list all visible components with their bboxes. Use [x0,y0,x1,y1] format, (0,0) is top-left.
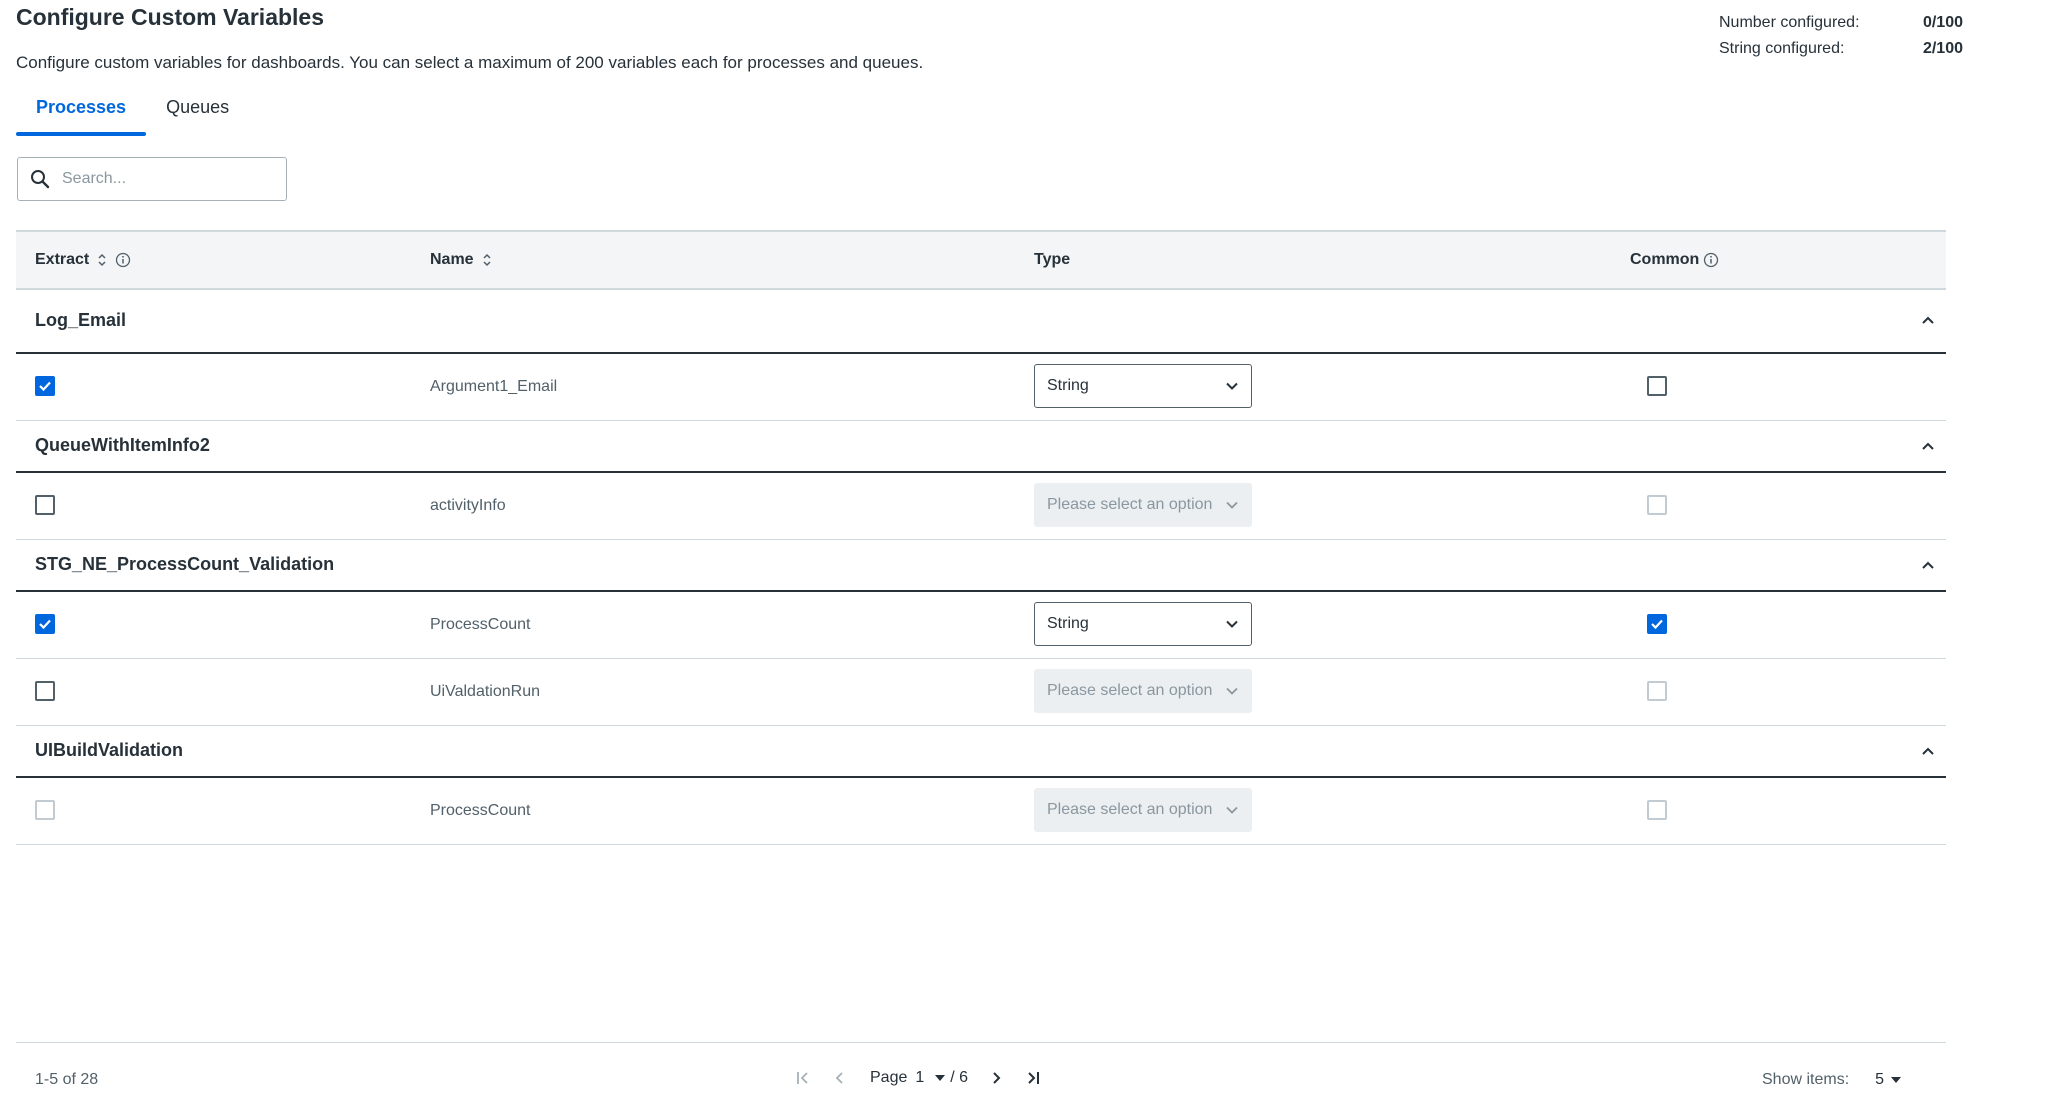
common-checkbox[interactable] [1647,800,1667,820]
table-footer: 1-5 of 28 Page 1 / 6 Show items: 5 [16,1042,1946,1114]
configure-variables-page: Configure Custom Variables Configure cus… [16,0,1963,1114]
common-checkbox[interactable] [1647,681,1667,701]
variables-table: Extract Name Type Common Log_Email Argum… [16,230,1946,845]
chevron-down-icon [1226,501,1238,509]
variable-name: ProcessCount [430,616,531,633]
caret-down-icon [1891,1077,1902,1083]
chevron-down-icon [1226,687,1238,695]
show-items-select[interactable]: 5 [1875,1071,1902,1089]
last-page-button[interactable] [1014,1063,1050,1093]
show-items-value: 5 [1875,1071,1885,1088]
previous-page-button[interactable] [822,1063,858,1093]
extract-checkbox[interactable] [35,800,55,820]
type-select-value: Please select an option [1047,801,1213,818]
column-header-extract[interactable]: Extract [35,232,131,288]
group-name: STG_NE_ProcessCount_Validation [35,554,335,574]
group-row: Log_Email [16,290,1946,354]
type-select-value: String [1047,377,1089,394]
extract-header-label: Extract [35,251,90,268]
first-page-icon [797,1072,808,1084]
sort-icon[interactable] [482,253,492,267]
table-row: activityInfo Please select an option [16,473,1946,540]
info-icon[interactable] [1703,252,1719,268]
group-name: Log_Email [35,310,127,330]
group-row: UIBuildValidation [16,726,1946,778]
chevron-down-icon [1226,382,1238,390]
search-box [17,157,287,201]
common-checkbox[interactable] [1647,614,1667,634]
type-select[interactable]: Please select an option [1034,483,1252,527]
column-header-common: Common [1630,232,1719,288]
name-header-label: Name [430,251,474,268]
configured-counters: Number configured: 0/100 String configur… [1719,10,1963,62]
number-configured-label: Number configured: [1719,14,1860,31]
type-select-value: String [1047,615,1089,632]
extract-checkbox[interactable] [35,614,55,634]
variable-name: Argument1_Email [430,378,558,395]
chevron-left-icon [835,1072,843,1084]
type-select[interactable]: Please select an option [1034,669,1252,713]
chevron-up-icon[interactable] [1920,557,1936,573]
info-icon[interactable] [115,252,131,268]
caret-down-icon [935,1075,946,1081]
group-row: STG_NE_ProcessCount_Validation [16,540,1946,592]
common-header-label: Common [1630,251,1700,268]
table-row: ProcessCount Please select an option [16,778,1946,845]
group-name: UIBuildValidation [35,740,184,760]
group-name: QueueWithItemInfo2 [35,435,210,455]
first-page-button[interactable] [786,1063,822,1093]
table-row: UiValdationRun Please select an option [16,659,1946,726]
variable-name: ProcessCount [430,802,531,819]
extract-checkbox[interactable] [35,681,55,701]
group-row: QueueWithItemInfo2 [16,421,1946,473]
table-row: ProcessCount String [16,592,1946,659]
search-icon [31,170,50,189]
pagination-range: 1-5 of 28 [35,1071,99,1088]
page-description: Configure custom variables for dashboard… [16,53,924,72]
tab-bar: Processes Queues [16,88,249,136]
table-row: Argument1_Email String [16,354,1946,421]
next-page-button[interactable] [978,1063,1014,1093]
variable-name: UiValdationRun [430,683,540,700]
type-select[interactable]: Please select an option [1034,788,1252,832]
show-items: Show items: 5 [1762,1071,1902,1089]
page-title: Configure Custom Variables [16,4,325,30]
chevron-down-icon [1226,806,1238,814]
last-page-icon [1028,1072,1040,1084]
string-configured-label: String configured: [1719,40,1845,57]
table-header: Extract Name Type Common [16,230,1946,290]
sort-icon[interactable] [97,253,107,267]
page-total: / 6 [950,1069,969,1086]
common-checkbox[interactable] [1647,376,1667,396]
type-select[interactable]: String [1034,364,1252,408]
variable-name: activityInfo [430,497,506,514]
number-configured-value: 0/100 [1922,14,1963,31]
search-input[interactable] [60,169,264,189]
chevron-right-icon [993,1072,1001,1084]
type-select-value: Please select an option [1047,682,1213,699]
tab-queues[interactable]: Queues [146,88,249,136]
chevron-up-icon[interactable] [1920,743,1936,759]
page-label: Page [870,1069,908,1086]
chevron-up-icon[interactable] [1920,312,1936,328]
common-checkbox[interactable] [1647,495,1667,515]
type-select-value: Please select an option [1047,496,1213,513]
extract-checkbox[interactable] [35,376,55,396]
type-select[interactable]: String [1034,602,1252,646]
show-items-label: Show items: [1762,1071,1850,1088]
chevron-up-icon[interactable] [1920,438,1936,454]
current-page[interactable]: 1 [915,1069,924,1087]
tab-processes[interactable]: Processes [16,88,147,136]
extract-checkbox[interactable] [35,495,55,515]
type-header-label: Type [1034,251,1071,268]
string-configured-value: 2/100 [1922,40,1963,57]
column-header-type: Type [1034,232,1070,288]
column-header-name[interactable]: Name [430,232,492,288]
page-dropdown[interactable] [934,1073,946,1083]
chevron-down-icon [1226,620,1238,628]
pagination: Page 1 / 6 [786,1063,1050,1093]
